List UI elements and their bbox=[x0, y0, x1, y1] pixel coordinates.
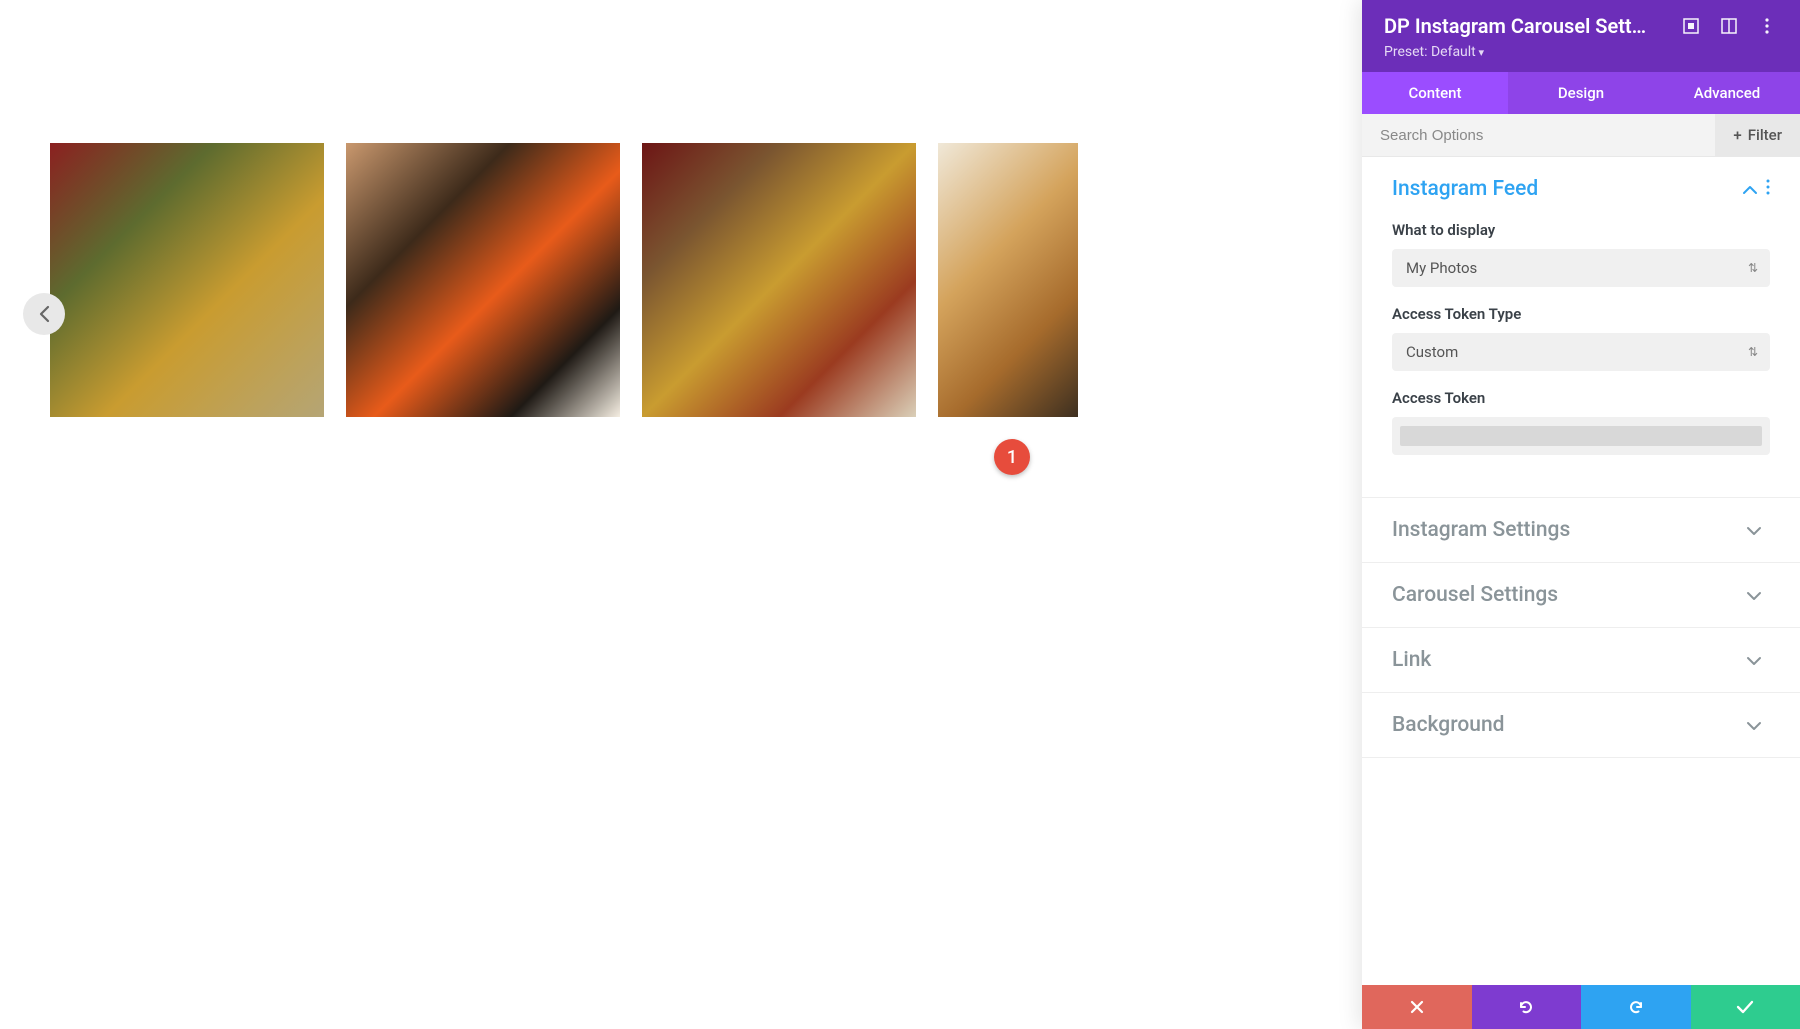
carousel-image[interactable] bbox=[346, 143, 620, 417]
search-row: + Filter bbox=[1362, 114, 1800, 157]
section-title: Link bbox=[1392, 648, 1746, 672]
save-button[interactable] bbox=[1691, 985, 1800, 1029]
section-carousel-settings: Carousel Settings bbox=[1362, 563, 1800, 628]
carousel-prev-button[interactable] bbox=[23, 293, 65, 335]
panel-header: DP Instagram Carousel Sett… Preset: Defa… bbox=[1362, 0, 1800, 72]
tab-advanced[interactable]: Advanced bbox=[1654, 72, 1800, 114]
settings-panel: DP Instagram Carousel Sett… Preset: Defa… bbox=[1362, 0, 1800, 1029]
chevron-down-icon bbox=[1746, 716, 1762, 735]
callout-badge: 1 bbox=[994, 439, 1030, 475]
section-more-icon[interactable] bbox=[1766, 179, 1770, 200]
section-header[interactable]: Carousel Settings bbox=[1362, 563, 1800, 627]
more-icon[interactable] bbox=[1756, 15, 1778, 37]
section-title: Instagram Settings bbox=[1392, 518, 1746, 542]
section-header[interactable]: Instagram Settings bbox=[1362, 498, 1800, 562]
close-icon bbox=[1409, 999, 1425, 1015]
field-label: Access Token bbox=[1392, 389, 1770, 407]
tab-design[interactable]: Design bbox=[1508, 72, 1654, 114]
carousel-image[interactable] bbox=[938, 143, 1078, 417]
carousel-preview bbox=[0, 0, 1362, 1029]
section-background: Background bbox=[1362, 693, 1800, 758]
section-header[interactable]: Background bbox=[1362, 693, 1800, 757]
section-title: Instagram Feed bbox=[1392, 177, 1742, 201]
check-icon bbox=[1736, 1000, 1754, 1014]
section-header[interactable]: Instagram Feed bbox=[1362, 157, 1800, 221]
search-input[interactable] bbox=[1362, 115, 1715, 156]
plus-icon: + bbox=[1733, 126, 1741, 144]
chevron-up-icon bbox=[1742, 180, 1758, 199]
cancel-button[interactable] bbox=[1362, 985, 1472, 1029]
carousel-image[interactable] bbox=[642, 143, 916, 417]
chevron-down-icon bbox=[1746, 586, 1762, 605]
tabs: Content Design Advanced bbox=[1362, 72, 1800, 114]
field-what-to-display: What to display My Photos bbox=[1392, 221, 1770, 287]
chevron-down-icon bbox=[1746, 521, 1762, 540]
field-label: Access Token Type bbox=[1392, 305, 1770, 323]
sections: Instagram Feed What to display My Photos… bbox=[1362, 157, 1800, 985]
carousel-track bbox=[50, 143, 1078, 417]
redo-button[interactable] bbox=[1581, 985, 1691, 1029]
filter-button[interactable]: + Filter bbox=[1715, 114, 1800, 156]
section-instagram-feed: Instagram Feed What to display My Photos… bbox=[1362, 157, 1800, 498]
what-to-display-select[interactable]: My Photos bbox=[1392, 249, 1770, 287]
section-body: What to display My Photos Access Token T… bbox=[1362, 221, 1800, 497]
section-title: Background bbox=[1392, 713, 1746, 737]
filter-label: Filter bbox=[1748, 126, 1782, 144]
carousel-image[interactable] bbox=[50, 143, 324, 417]
panel-layout-icon[interactable] bbox=[1718, 15, 1740, 37]
tab-content[interactable]: Content bbox=[1362, 72, 1508, 114]
preset-selector[interactable]: Preset: Default bbox=[1384, 44, 1778, 60]
panel-footer bbox=[1362, 985, 1800, 1029]
field-label: What to display bbox=[1392, 221, 1770, 239]
field-access-token-type: Access Token Type Custom bbox=[1392, 305, 1770, 371]
access-token-type-select[interactable]: Custom bbox=[1392, 333, 1770, 371]
panel-title: DP Instagram Carousel Sett… bbox=[1384, 14, 1664, 38]
section-header[interactable]: Link bbox=[1362, 628, 1800, 692]
section-link: Link bbox=[1362, 628, 1800, 693]
undo-button[interactable] bbox=[1472, 985, 1582, 1029]
section-instagram-settings: Instagram Settings bbox=[1362, 498, 1800, 563]
redo-icon bbox=[1627, 998, 1645, 1016]
section-title: Carousel Settings bbox=[1392, 583, 1746, 607]
undo-icon bbox=[1517, 998, 1535, 1016]
chevron-down-icon bbox=[1746, 651, 1762, 670]
expand-icon[interactable] bbox=[1680, 15, 1702, 37]
chevron-left-icon bbox=[38, 305, 50, 323]
field-access-token: Access Token bbox=[1392, 389, 1770, 455]
access-token-input[interactable] bbox=[1392, 417, 1770, 455]
